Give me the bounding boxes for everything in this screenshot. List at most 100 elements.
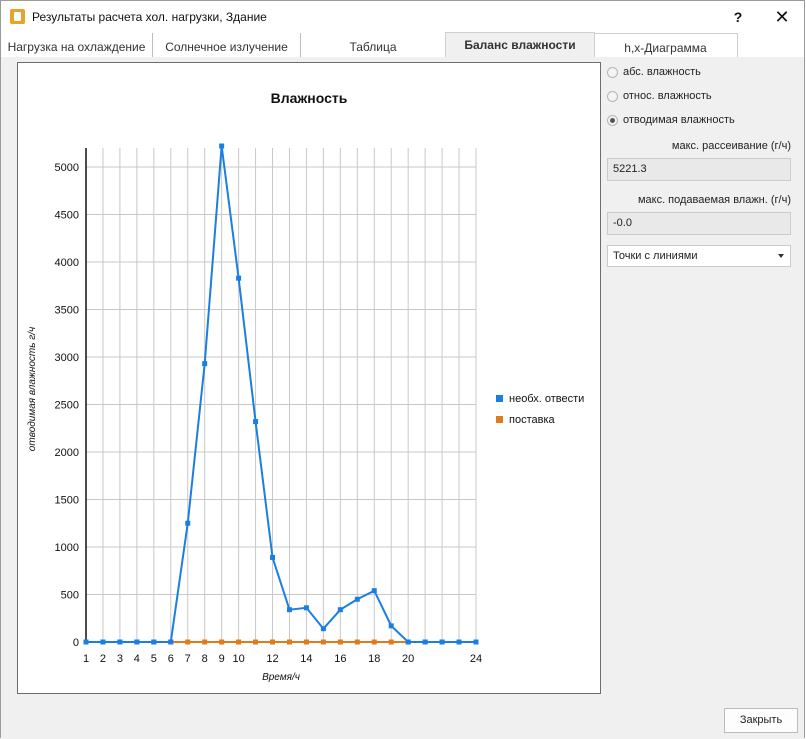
y-tick-label: 4500 [55, 210, 79, 222]
x-tick-label: 24 [470, 653, 482, 665]
y-tick-label: 2000 [55, 447, 79, 459]
data-point [270, 639, 276, 645]
data-point [253, 419, 259, 425]
data-point [354, 596, 360, 602]
max-supply-label: макс. подаваемая влажн. (г/ч) [637, 194, 791, 206]
radio-relative-humidity[interactable]: относ. влажность [607, 87, 712, 105]
radio-removed-moisture[interactable]: отводимая влажность [607, 111, 735, 129]
tab-bar: Нагрузка на охлаждение Солнечное излучен… [1, 32, 804, 58]
data-point [303, 639, 309, 645]
data-point [185, 639, 191, 645]
y-tick-label: 2500 [55, 400, 79, 412]
chart-series [83, 143, 479, 645]
x-axis-label: Время/ч [262, 672, 300, 683]
tab-moisture-balance[interactable]: Баланс влажности [445, 32, 595, 58]
radio-label: абс. влажность [623, 66, 701, 78]
legend-swatch [496, 395, 503, 402]
data-point [100, 639, 106, 645]
data-point [388, 639, 394, 645]
data-point [253, 639, 259, 645]
app-logo-icon [10, 9, 25, 24]
data-point [320, 626, 326, 632]
x-tick-label: 6 [168, 653, 174, 665]
max-dissipation-label: макс. рассеивание (г/ч) [671, 140, 791, 152]
x-tick-label: 9 [219, 653, 225, 665]
max-supply-field[interactable]: -0.0 [607, 212, 791, 235]
data-point [371, 588, 377, 594]
chart-grid [85, 148, 477, 643]
x-tick-label: 8 [202, 653, 208, 665]
data-point [185, 520, 191, 526]
close-button[interactable]: Закрыть [724, 708, 798, 733]
chart-legend: необх. отвести поставка [496, 393, 584, 426]
dialog-footer: Закрыть [1, 705, 804, 739]
tab-content: Влажность 0 500 1000 1500 2000 2500 3000 3500 40… [6, 57, 801, 705]
x-axis-ticks: 1 2 3 4 5 6 7 8 9 10 12 14 16 18 20 24 [83, 653, 482, 665]
y-axis-label: отводимая влажность г/ч [27, 327, 38, 451]
x-tick-label: 4 [134, 653, 140, 665]
radio-circle[interactable] [607, 66, 618, 78]
data-point [151, 639, 157, 645]
x-tick-label: 7 [185, 653, 191, 665]
x-tick-label: 18 [368, 653, 380, 665]
data-point [320, 639, 326, 645]
title-bar: Результаты расчета хол. нагрузки, Здание… [1, 1, 804, 33]
x-tick-label: 16 [334, 653, 346, 665]
humidity-chart: Влажность 050010001500200025003000350040… [27, 90, 584, 683]
data-point [337, 639, 343, 645]
y-tick-label: 500 [61, 590, 79, 602]
data-point [168, 639, 174, 645]
radio-circle[interactable] [607, 90, 618, 102]
window-title: Результаты расчета хол. нагрузки, Здание [32, 10, 267, 24]
y-tick-label: 0 [73, 637, 79, 649]
data-point [202, 361, 208, 367]
legend-label: необх. отвести [509, 393, 584, 405]
tab-hx-diagram[interactable]: h,x-Диаграмма [594, 33, 738, 58]
data-point [388, 623, 394, 629]
data-point [371, 639, 377, 645]
tab-cooling-load[interactable]: Нагрузка на охлаждение [1, 33, 153, 57]
y-tick-label: 3500 [55, 305, 79, 317]
data-point [337, 607, 343, 613]
data-point [456, 639, 462, 645]
data-point [286, 607, 292, 613]
y-tick-label: 3000 [55, 352, 79, 364]
x-tick-label: 1 [83, 653, 89, 665]
tab-solar-radiation[interactable]: Солнечное излучение [153, 33, 301, 57]
y-axis-ticks: 0 500 1000 1500 2000 2500 3000 3500 4000 4500 5000 [55, 162, 79, 649]
chart-panel: Влажность 0 500 1000 1500 2000 2500 3000 3500 40… [17, 62, 601, 694]
y-tick-label: 1000 [55, 542, 79, 554]
data-point [405, 639, 411, 645]
y-tick-label: 1500 [55, 495, 79, 507]
data-point [83, 639, 89, 645]
radio-circle[interactable] [607, 114, 618, 126]
data-point [236, 275, 242, 281]
dialog-window: Результаты расчета хол. нагрузки, Здание… [0, 0, 805, 739]
x-tick-label: 10 [232, 653, 244, 665]
data-point [473, 639, 479, 645]
max-dissipation-field[interactable]: 5221.3 [607, 158, 791, 181]
legend-label: поставка [509, 414, 556, 426]
data-point [219, 143, 225, 149]
tab-table[interactable]: Таблица [301, 33, 445, 57]
x-tick-label: 5 [151, 653, 157, 665]
chart-title: Влажность [271, 90, 348, 106]
data-point [236, 639, 242, 645]
help-button[interactable]: ? [727, 4, 749, 30]
radio-label: отводимая влажность [623, 114, 735, 126]
close-window-button[interactable]: ✕ [767, 4, 797, 30]
data-point [354, 639, 360, 645]
data-point [286, 639, 292, 645]
radio-absolute-humidity[interactable]: абс. влажность [607, 63, 701, 81]
plot-style-select[interactable]: Точки с линиями [607, 245, 791, 267]
chevron-down-icon [778, 254, 784, 258]
data-point [439, 639, 445, 645]
data-point [303, 605, 309, 611]
data-point [422, 639, 428, 645]
data-point [117, 639, 123, 645]
x-tick-label: 20 [402, 653, 414, 665]
series-line [86, 145, 476, 643]
data-point [202, 639, 208, 645]
x-tick-label: 14 [300, 653, 312, 665]
x-tick-label: 3 [117, 653, 123, 665]
